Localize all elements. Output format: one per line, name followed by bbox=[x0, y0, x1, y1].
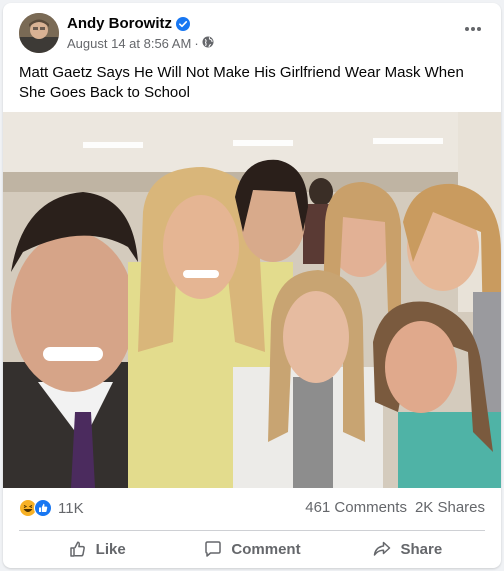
comment-icon bbox=[205, 541, 222, 557]
share-button[interactable]: Share bbox=[330, 533, 485, 565]
comment-button[interactable]: Comment bbox=[174, 533, 329, 565]
post-photo[interactable] bbox=[3, 112, 501, 488]
like-reaction-icon bbox=[34, 499, 52, 517]
more-options-button[interactable] bbox=[461, 17, 485, 41]
reaction-count: 11K bbox=[58, 499, 84, 517]
more-dots-icon bbox=[465, 27, 481, 31]
author-name[interactable]: Andy Borowitz bbox=[67, 15, 172, 32]
comments-count[interactable]: 461 Comments bbox=[305, 499, 407, 516]
post-meta: August 14 at 8:56 AM · bbox=[67, 36, 214, 51]
author-name-row: Andy Borowitz bbox=[67, 15, 190, 32]
like-button[interactable]: Like bbox=[19, 533, 174, 565]
actions-divider bbox=[19, 530, 485, 531]
like-label: Like bbox=[95, 540, 126, 558]
meta-separator: · bbox=[194, 36, 199, 51]
verified-badge-icon bbox=[176, 16, 190, 31]
globe-icon[interactable] bbox=[202, 36, 214, 51]
share-label: Share bbox=[400, 540, 443, 558]
thumbs-up-icon bbox=[69, 541, 85, 557]
reaction-icons bbox=[19, 499, 52, 517]
reactions-summary[interactable]: 11K bbox=[19, 497, 84, 519]
post-card: Andy Borowitz August 14 at 8:56 AM · Mat… bbox=[3, 3, 501, 568]
share-arrow-icon bbox=[374, 541, 391, 556]
author-avatar[interactable] bbox=[19, 13, 59, 53]
engagement-counts: 461 Comments 2K Shares bbox=[305, 499, 485, 516]
action-bar: Like Comment Share bbox=[19, 533, 485, 565]
post-timestamp[interactable]: August 14 at 8:56 AM bbox=[67, 36, 191, 51]
comment-label: Comment bbox=[231, 540, 301, 558]
group-selfie-image bbox=[3, 112, 501, 488]
post-text: Matt Gaetz Says He Will Not Make His Gir… bbox=[19, 64, 464, 101]
shares-count[interactable]: 2K Shares bbox=[415, 499, 485, 516]
